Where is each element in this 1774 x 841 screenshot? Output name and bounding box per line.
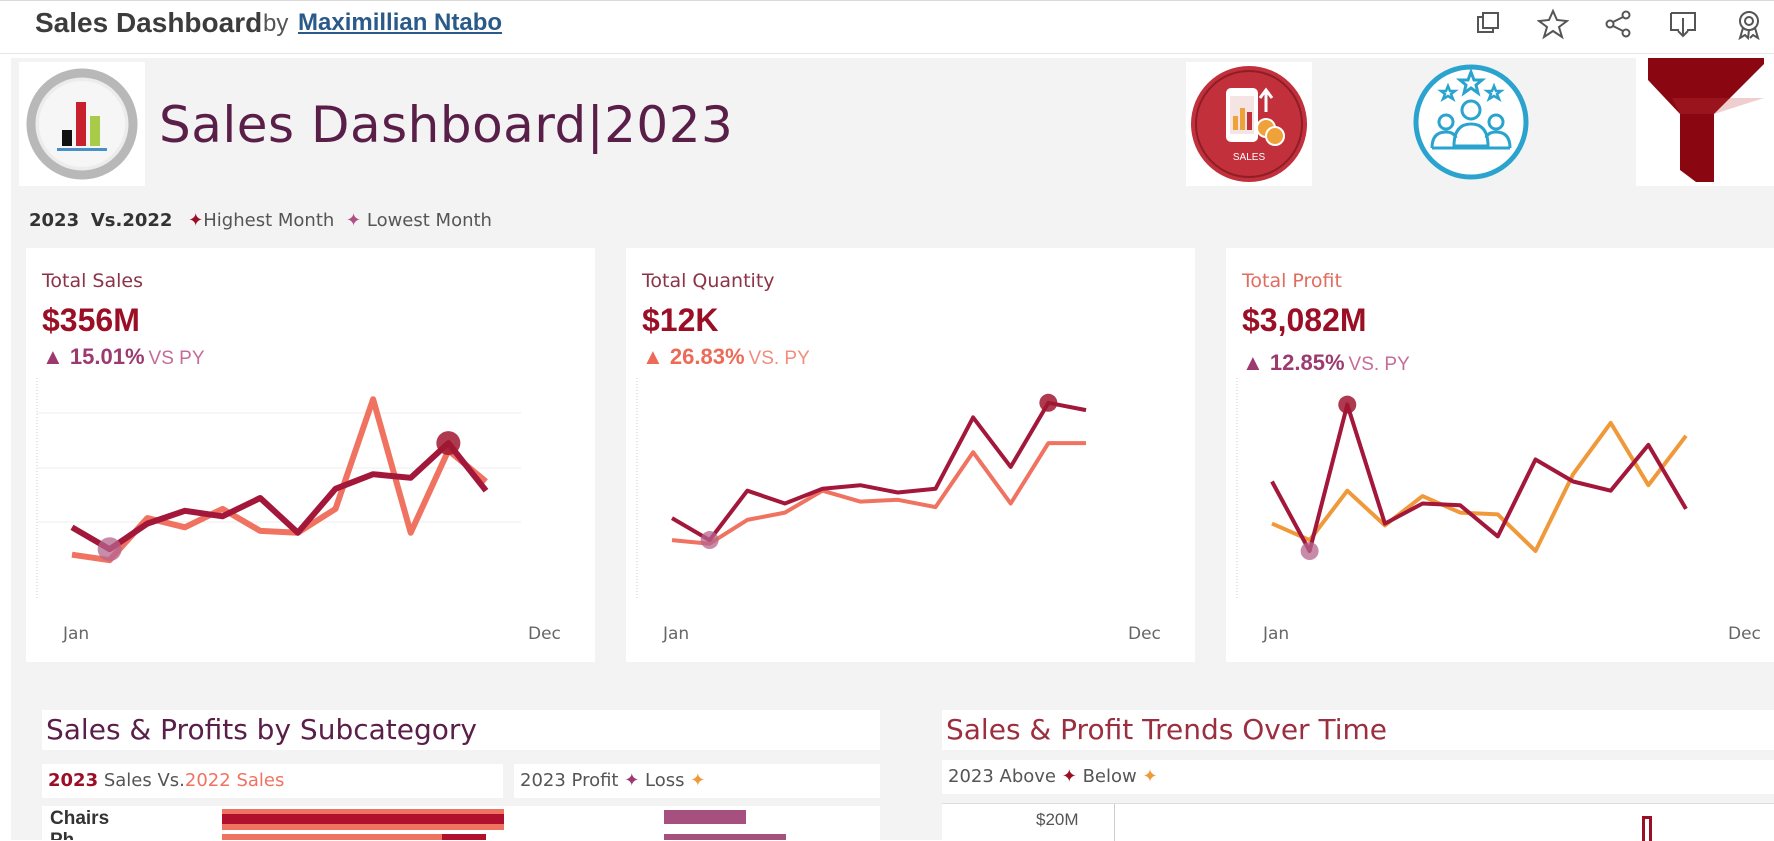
kpi-change: ▲ 15.01% VS PY — [42, 344, 205, 370]
loss-star-icon: ✦ — [690, 770, 706, 791]
above-star-icon: ✦ — [1061, 766, 1077, 787]
y-axis-line — [1114, 804, 1115, 841]
x-label-end: Dec — [1128, 624, 1161, 644]
legend-sales: Sales — [236, 770, 285, 791]
quantity-sparkline-chart[interactable] — [626, 368, 1195, 618]
legend-below: Below — [1082, 766, 1137, 787]
legend-2023-profit: 2023 Profit — [520, 770, 619, 791]
legend-year: 2023 — [29, 210, 80, 231]
legend-loss: Loss — [645, 770, 685, 791]
row-label: Chairs — [50, 808, 110, 829]
x-label-start: Jan — [1263, 624, 1290, 644]
row-label: Ph — [50, 830, 74, 840]
trends-chart[interactable]: $20M — [942, 803, 1774, 841]
author-link[interactable]: Maximillian Ntabo — [298, 9, 502, 37]
profit-loss-legend: 2023 Profit ✦ Loss ✦ — [514, 764, 880, 798]
trend-bar[interactable] — [1642, 816, 1652, 841]
lowest-star-icon: ✦ — [346, 210, 362, 231]
highest-month-marker — [1338, 395, 1357, 414]
highest-month-marker — [1039, 393, 1058, 412]
legend-sales-vs: Sales Vs. — [103, 770, 185, 791]
legend-2022: 2022 — [184, 770, 231, 791]
up-arrow-icon: ▲ — [42, 344, 64, 369]
sales-phone-icon: SALES — [1191, 66, 1307, 182]
kpi-title: Total Profit — [1242, 270, 1342, 292]
logo-tile — [19, 62, 145, 186]
x-label-start: Jan — [663, 624, 690, 644]
trends-legend: 2023 Above ✦ Below ✦ — [942, 760, 1774, 794]
series-line-2022 — [1271, 420, 1688, 553]
by-label: by — [263, 10, 289, 37]
kpi-value: $12K — [642, 302, 719, 338]
legend-2023: 2023 — [48, 770, 99, 791]
series-line-2022 — [671, 441, 1086, 546]
x-label-end: Dec — [1728, 624, 1761, 644]
legend-row: 2023 Vs.2022 ✦Highest Month ✦ Lowest Mon… — [29, 210, 492, 231]
kpi-vs-label: VS PY — [148, 348, 205, 369]
download-icon[interactable] — [1667, 8, 1699, 40]
legend-vs: Vs.2022 — [90, 210, 173, 231]
kpi-card-profit[interactable]: Total Profit $3,082M ▲ 12.85% VS. PY Jan … — [1226, 248, 1774, 662]
kpi-card-quantity[interactable]: Total Quantity $12K ▲ 26.83% VS. PY Jan D… — [626, 248, 1195, 662]
legend-lowest: Lowest Month — [366, 210, 492, 231]
star-icon[interactable] — [1536, 8, 1570, 40]
kpi-value: $3,082M — [1242, 302, 1367, 338]
trends-section-title: Sales & Profit Trends Over Time — [942, 710, 1774, 750]
kpi-change-value: 15.01% — [69, 344, 145, 369]
series-line-2023 — [1270, 402, 1688, 553]
dashboard-canvas: Sales Dashboard|2023 SALES 2023 Vs.2022 … — [11, 58, 1774, 841]
legend-highest: Highest Month — [203, 210, 335, 231]
subcategory-legend: 2023 Sales Vs.2022 Sales — [42, 764, 503, 798]
bar-2022[interactable] — [222, 834, 442, 840]
filter-funnel-icon[interactable] — [1636, 58, 1774, 186]
subcategory-bar-chart[interactable]: Chairs Ph — [42, 806, 880, 840]
kpi-title: Total Sales — [42, 270, 143, 292]
dashboard-title: Sales Dashboard|2023 — [159, 96, 734, 154]
top-bar: Sales Dashboard by Maximillian Ntabo — [0, 0, 1774, 54]
kpi-title: Total Quantity — [642, 270, 775, 292]
series-line-2023 — [670, 400, 1087, 543]
kpi-card-sales[interactable]: Total Sales $356M ▲ 15.01% VS PY Jan Dec — [26, 248, 595, 662]
x-label-start: Jan — [63, 624, 90, 644]
sales-badge-label: SALES — [1233, 152, 1266, 163]
filter-tile[interactable] — [1636, 58, 1774, 186]
y-axis-label: $20M — [1036, 810, 1079, 829]
kpi-value: $356M — [42, 302, 140, 338]
lowest-month-marker — [700, 531, 719, 550]
bar-chart-logo-icon — [26, 68, 138, 180]
sales-sparkline-chart[interactable] — [26, 368, 595, 618]
profit-star-icon: ✦ — [624, 770, 640, 791]
profit-bar[interactable] — [664, 810, 746, 824]
share-icon[interactable] — [1602, 8, 1634, 40]
x-label-end: Dec — [528, 624, 561, 644]
customers-icon — [1413, 64, 1529, 180]
settings-badge-icon[interactable] — [1733, 8, 1765, 41]
lowest-month-marker — [1300, 542, 1319, 561]
sales-icon-tile: SALES — [1186, 62, 1312, 186]
copy-icon[interactable] — [1472, 8, 1504, 40]
lowest-month-marker — [97, 537, 122, 562]
up-arrow-icon: ▲ — [642, 344, 664, 369]
subcategory-section-title: Sales & Profits by Subcategory — [42, 710, 880, 750]
kpi-vs-label: VS. PY — [748, 348, 810, 369]
profit-sparkline-chart[interactable] — [1226, 368, 1774, 618]
below-star-icon: ✦ — [1142, 766, 1158, 787]
bar-2022[interactable] — [222, 824, 504, 830]
kpi-change: ▲ 26.83% VS. PY — [642, 344, 810, 370]
bar-2023[interactable] — [222, 814, 504, 824]
profit-bar[interactable] — [664, 834, 786, 840]
kpi-change-value: 26.83% — [669, 344, 745, 369]
highest-month-marker — [436, 431, 461, 456]
legend-2023-above: 2023 Above — [948, 766, 1057, 787]
viz-title: Sales Dashboard — [35, 7, 263, 38]
highest-star-icon: ✦ — [188, 210, 204, 231]
